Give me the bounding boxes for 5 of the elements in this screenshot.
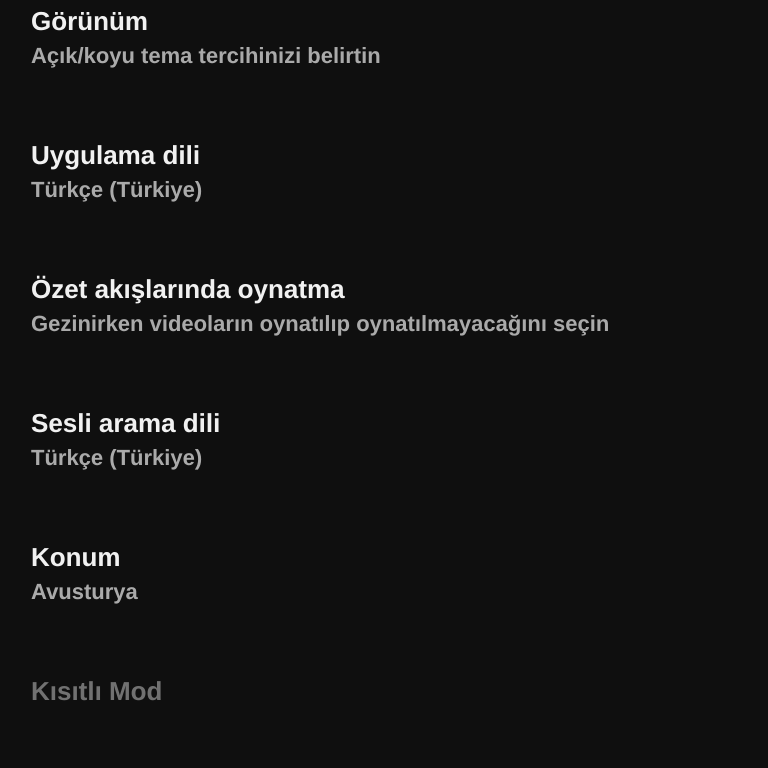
settings-item[interactable]: Görünüm Açık/koyu tema tercihinizi belirtin (31, 4, 708, 72)
settings-item[interactable]: Sesli arama dili Türkçe (Türkiye) (31, 406, 708, 474)
settings-item[interactable]: Uygulama dili Türkçe (Türkiye) (31, 138, 708, 206)
settings-item[interactable]: Konum Avusturya (31, 540, 708, 608)
settings-item[interactable]: Özet akışlarında oynatma Gezinirken videoların oynatılıp oynatılmayacağını seçin (31, 272, 708, 340)
